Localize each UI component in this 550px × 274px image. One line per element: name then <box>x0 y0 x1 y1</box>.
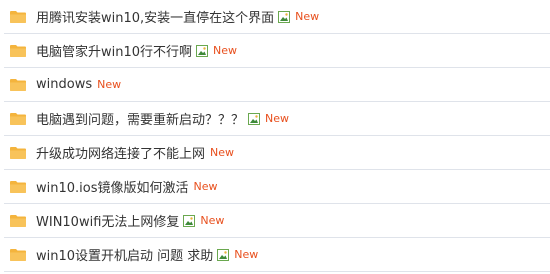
thread-title-link[interactable]: WIN10wifi无法上网修复 <box>36 211 179 230</box>
new-badge: New <box>210 146 235 159</box>
thread-title-link[interactable]: windows <box>36 77 92 92</box>
thread-row: win10设置开机启动 问题 求助 New <box>4 238 550 272</box>
image-attachment-icon <box>278 10 291 23</box>
folder-icon <box>10 215 26 227</box>
new-badge: New <box>97 78 122 91</box>
thread-row: 电脑遇到问题，需要重新启动？？？ New <box>4 102 550 136</box>
thread-title-link[interactable]: 电脑遇到问题，需要重新启动？？？ <box>36 109 244 128</box>
thread-row: 升级成功网络连接了不能上网 New <box>4 136 550 170</box>
new-badge: New <box>234 248 259 261</box>
new-badge: New <box>265 112 290 125</box>
thread-title-link[interactable]: 升级成功网络连接了不能上网 <box>36 143 205 162</box>
thread-row: windows New <box>4 68 550 102</box>
thread-row: 电脑管家升win10行不行啊 New <box>4 34 550 68</box>
thread-title-link[interactable]: win10设置开机启动 问题 求助 <box>36 245 213 264</box>
image-attachment-icon <box>248 112 261 125</box>
new-badge: New <box>193 180 218 193</box>
thread-row: 用腾讯安装win10,安装一直停在这个界面 New <box>4 0 550 34</box>
image-attachment-icon <box>196 44 209 57</box>
folder-icon <box>10 113 26 125</box>
thread-row: win10.ios镜像版如何激活 New <box>4 170 550 204</box>
thread-list: 用腾讯安装win10,安装一直停在这个界面 New 电脑管家升win10行不行啊… <box>0 0 550 272</box>
folder-icon <box>10 249 26 261</box>
thread-title-link[interactable]: 电脑管家升win10行不行啊 <box>36 41 192 60</box>
thread-row: WIN10wifi无法上网修复 New <box>4 204 550 238</box>
folder-icon <box>10 181 26 193</box>
image-attachment-icon <box>217 248 230 261</box>
new-badge: New <box>213 44 238 57</box>
image-attachment-icon <box>183 214 196 227</box>
new-badge: New <box>200 214 225 227</box>
folder-icon <box>10 45 26 57</box>
folder-icon <box>10 11 26 23</box>
thread-title-link[interactable]: 用腾讯安装win10,安装一直停在这个界面 <box>36 7 274 26</box>
folder-icon <box>10 79 26 91</box>
thread-title-link[interactable]: win10.ios镜像版如何激活 <box>36 177 189 196</box>
new-badge: New <box>295 10 320 23</box>
folder-icon <box>10 147 26 159</box>
